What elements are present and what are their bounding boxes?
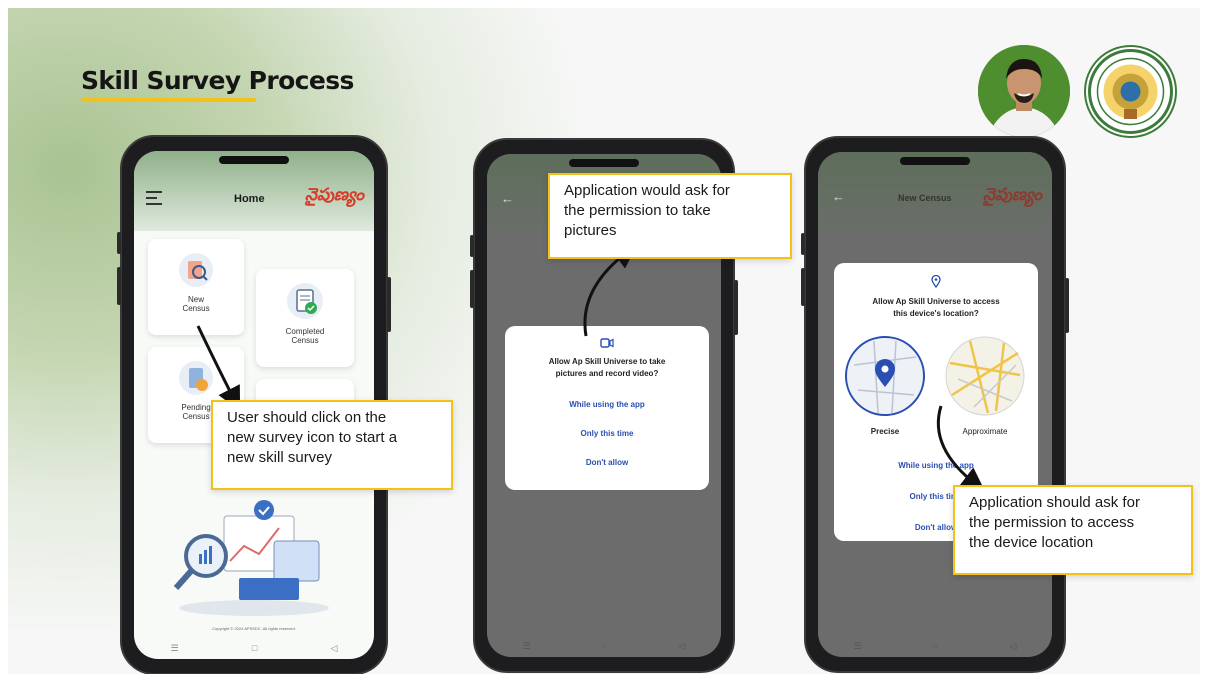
callout-location: Application should ask for the permissio… [953,485,1193,575]
callout-line: the device location [969,534,1094,551]
back-nav-icon[interactable]: ◁ [1009,641,1016,652]
camera-permission-dialog: Allow Ap Skill Universe to take pictures… [505,326,709,490]
dont-allow-button[interactable]: Don't allow [505,458,709,467]
back-arrow-icon[interactable]: ← [832,189,845,204]
new-census-tile[interactable]: New Census [148,239,244,335]
android-nav-bar: ☰ ○ ◁ [487,635,721,657]
location-permission-screen: ← New Census నైపుణ్యం Allow Ap Skill Uni… [818,152,1052,657]
screen-title: New Census [898,193,952,203]
recent-apps-icon[interactable]: ☰ [523,641,531,652]
callout-line: Application would ask for [564,182,730,199]
menu-icon[interactable] [146,191,162,209]
brand-logo: నైపుణ్యం [983,185,1042,204]
while-using-app-button[interactable]: While using the app [505,400,709,409]
while-using-app-button[interactable]: While using the app [834,461,1038,470]
back-arrow-icon[interactable]: ← [501,191,514,206]
pending-clipboard-icon [179,361,213,395]
precise-label: Precise [870,427,900,436]
approximate-option[interactable]: Approximate [942,335,1028,436]
title-underline [81,98,256,102]
only-this-time-button[interactable]: Only this time [505,429,709,438]
clipboard-check-icon [287,283,323,319]
callout-new-survey: User should click on the new survey icon… [211,400,453,490]
callout-line: new skill survey [227,449,333,466]
tile-label: Completed [285,327,325,336]
slide: Skill Survey Process Home నైపుణ్యం New C… [8,8,1200,674]
precise-option[interactable]: Precise [842,335,928,436]
search-document-icon [179,253,213,287]
callout-line: the permission to access [969,514,1135,531]
approximate-label: Approximate [962,427,1008,436]
home-nav-icon[interactable]: ○ [602,641,607,651]
callout-line: Application should ask for [969,494,1140,511]
precise-map-icon [845,336,925,416]
screen-title: Home [234,193,265,205]
tile-label: Census [182,304,210,313]
leader-portrait [978,45,1070,137]
location-pin-icon [931,274,941,289]
dialog-question: Allow Ap Skill Universe to access [872,297,1000,306]
back-nav-icon[interactable]: ◁ [678,641,685,652]
analytics-illustration [173,500,329,616]
android-nav-bar: ☰ ○ ◁ [818,635,1052,657]
dialog-question: pictures and record video? [555,369,659,378]
camera-icon [600,338,614,348]
dialog-question: this device's location? [893,309,979,318]
android-nav-bar: ☰ □ ◁ [134,637,374,659]
callout-line: new survey icon to start a [227,429,398,446]
callout-line: pictures [564,222,617,239]
recent-apps-icon[interactable]: ☰ [171,643,179,654]
callout-line: User should click on the [227,409,387,426]
back-nav-icon[interactable]: ◁ [330,643,337,654]
callout-line: the permission to take [564,202,711,219]
phone-location-permission: ← New Census నైపుణ్యం Allow Ap Skill Uni… [801,136,1069,673]
completed-census-tile[interactable]: Completed Census [256,269,354,367]
government-seal-logo [1084,45,1177,138]
slide-title: Skill Survey Process [81,66,354,95]
brand-logo: నైపుణ్యం [305,185,364,204]
approximate-map-icon [945,336,1025,416]
home-nav-icon[interactable]: ○ [933,641,938,651]
tile-label: Census [291,336,319,345]
tile-label: New [187,295,204,304]
home-nav-icon[interactable]: □ [252,643,257,653]
dialog-question: Allow Ap Skill Universe to take [548,357,666,366]
callout-camera: Application would ask for the permission… [548,173,792,259]
recent-apps-icon[interactable]: ☰ [854,641,862,652]
copyright-text: Copyright © 2024 APSSDC. All rights rese… [212,626,296,631]
